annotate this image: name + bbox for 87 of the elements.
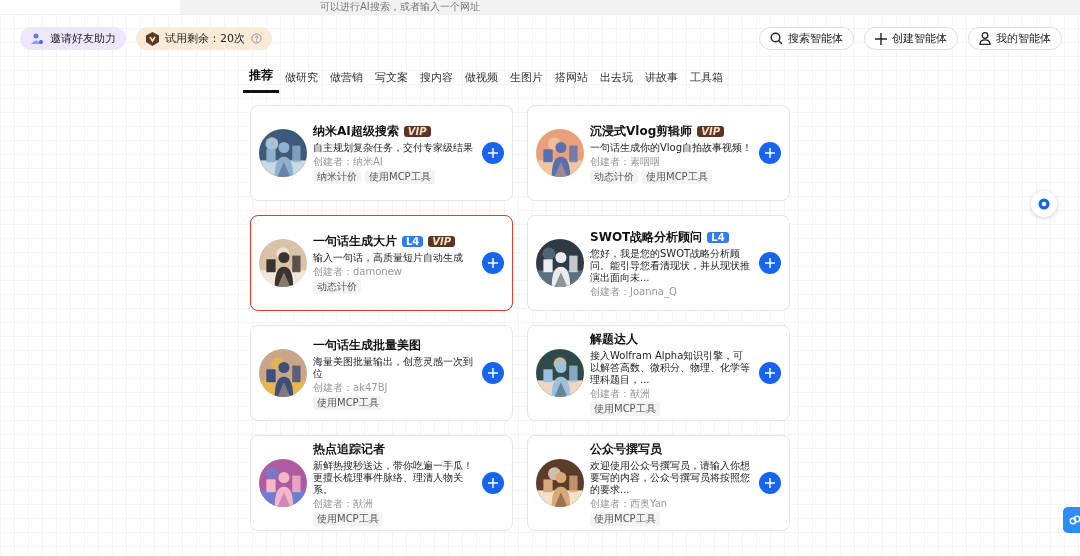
category-tab[interactable]: 工具箱 xyxy=(684,67,729,93)
agent-description: 自主规划复杂任务，交付专家级结果 xyxy=(313,141,474,154)
agent-card[interactable]: 热点追踪记者 新鲜热搜秒送达，带你吃遍一手瓜！更擅长梳理事件脉络、理清人物关系。 创建者：猷洲 使用MCP工具 xyxy=(250,435,513,531)
agent-title: SWOT战略分析顾问 xyxy=(590,228,703,246)
vip-badge: VIP xyxy=(697,125,725,137)
pricing-tag: 动态计价 xyxy=(590,169,638,184)
vip-badge: VIP xyxy=(428,235,456,247)
plus-icon xyxy=(488,148,498,158)
invite-button[interactable]: 邀请好友助力 xyxy=(20,27,126,50)
creator-label: 创建者：猷洲 xyxy=(590,387,651,400)
creator-label: 创建者：西奥Yan xyxy=(590,497,669,510)
creator-label: 创建者：纳米AI xyxy=(313,155,384,168)
category-tab[interactable]: 搜内容 xyxy=(414,67,459,93)
category-tab[interactable]: 生图片 xyxy=(504,67,549,93)
agent-title: 解题达人 xyxy=(590,330,638,348)
agent-card[interactable]: 一句话生成大片 L4 VIP 输入一句话，高质量短片自动生成 创建者：damonew 动态计价 xyxy=(250,215,513,311)
agent-description: 新鲜热搜秒送达，带你吃遍一手瓜！更擅长梳理事件脉络、理清人物关系。 xyxy=(313,459,474,496)
agent-card[interactable]: 公众号撰写员 欢迎使用公众号撰写员，请输入你想要写的内容，公众号撰写员将按照您的要求... 创建者：西奥Yan 使用MCP工具 xyxy=(527,435,790,531)
agent-description: 海量美图批量输出，创意灵感一次到位 xyxy=(313,355,474,380)
agent-card[interactable]: 一句话生成批量美图 海量美图批量输出，创意灵感一次到位 创建者：ak47BJ 使用MCP工具 xyxy=(250,325,513,421)
pricing-tag: 使用MCP工具 xyxy=(590,511,660,526)
category-tab[interactable]: 推荐 xyxy=(243,67,279,93)
level-badge: L4 xyxy=(402,235,424,247)
pricing-tag: 纳米计价 xyxy=(313,169,361,184)
pricing-tag: 动态计价 xyxy=(313,279,361,294)
add-button[interactable] xyxy=(759,362,781,384)
agent-title: 公众号撰写员 xyxy=(590,440,662,458)
add-button[interactable] xyxy=(759,472,781,494)
plus-icon xyxy=(488,258,498,268)
creator-label: 创建者：素咽咽 xyxy=(590,155,661,168)
creator-label: 创建者：damonew xyxy=(313,265,403,278)
agent-card[interactable]: 纳米AI超级搜索 VIP 自主规划复杂任务，交付专家级结果 创建者：纳米AI 纳米计价 使用MCP工具 xyxy=(250,105,513,201)
plus-icon xyxy=(765,148,775,158)
agent-description: 接入Wolfram Alpha知识引擎，可以解答高数、微积分、物理、化学等理科题目，... xyxy=(590,349,751,386)
shield-icon xyxy=(146,31,159,46)
pricing-tag: 使用MCP工具 xyxy=(313,395,383,410)
user-icon xyxy=(979,32,991,45)
level-badge: L4 xyxy=(707,231,729,243)
search-icon xyxy=(770,32,783,45)
chat-button[interactable] xyxy=(1031,191,1057,217)
agent-title: 纳米AI超级搜索 xyxy=(313,122,399,140)
add-button[interactable] xyxy=(482,142,504,164)
plus-icon xyxy=(765,368,775,378)
agent-description: 您好，我是您的SWOT战略分析顾问。能引导您看清现状，并从现状推演出面向未... xyxy=(590,247,751,284)
plus-icon xyxy=(765,478,775,488)
link-icon xyxy=(1069,514,1080,526)
category-tab[interactable]: 做研究 xyxy=(279,67,324,93)
create-agent-button[interactable]: 创建智能体 xyxy=(864,27,958,50)
creator-label: 创建者：猷洲 xyxy=(313,497,374,510)
chat-icon xyxy=(1038,198,1050,210)
pricing-tag: 使用MCP工具 xyxy=(642,169,712,184)
agent-card[interactable]: 解题达人 接入Wolfram Alpha知识引擎，可以解答高数、微积分、物理、化学等理科题目，... 创建者：猷洲 使用MCP工具 xyxy=(527,325,790,421)
category-tab[interactable]: 讲故事 xyxy=(639,67,684,93)
people-icon xyxy=(30,32,44,45)
my-agents-button[interactable]: 我的智能体 xyxy=(968,27,1062,50)
category-tab[interactable]: 做营销 xyxy=(324,67,369,93)
add-button[interactable] xyxy=(482,472,504,494)
category-tab[interactable]: 搭网站 xyxy=(549,67,594,93)
agent-title: 一句话生成大片 xyxy=(313,232,397,250)
category-tab[interactable]: 写文案 xyxy=(369,67,414,93)
plus-icon xyxy=(765,258,775,268)
plus-icon xyxy=(488,478,498,488)
search-agent-button[interactable]: 搜索智能体 xyxy=(759,27,854,50)
vip-badge: VIP xyxy=(403,125,431,137)
plus-icon xyxy=(488,368,498,378)
agent-title: 沉浸式Vlog剪辑师 xyxy=(590,122,693,140)
pricing-tag: 使用MCP工具 xyxy=(313,511,383,526)
add-button[interactable] xyxy=(482,362,504,384)
plus-icon xyxy=(875,32,887,45)
agent-card[interactable]: 沉浸式Vlog剪辑师 VIP 一句话生成你的Vlog自拍故事视频！ 创建者：素咽咽 动态计价 使用MCP工具 xyxy=(527,105,790,201)
trial-badge: 试用剩余：20次 xyxy=(136,27,272,50)
agent-card[interactable]: SWOT战略分析顾问 L4 您好，我是您的SWOT战略分析顾问。能引导您看清现状，并从现状推演出面向未... 创建者：Joanna_Q xyxy=(527,215,790,311)
agent-description: 输入一句话，高质量短片自动生成 xyxy=(313,251,464,264)
category-tab[interactable]: 做视频 xyxy=(459,67,504,93)
agent-title: 一句话生成批量美图 xyxy=(313,336,421,354)
agent-description: 一句话生成你的Vlog自拍故事视频！ xyxy=(590,141,753,154)
agent-title: 热点追踪记者 xyxy=(313,440,385,458)
pricing-tag: 使用MCP工具 xyxy=(365,169,435,184)
add-button[interactable] xyxy=(759,252,781,274)
category-tab[interactable]: 出去玩 xyxy=(594,67,639,93)
address-bar[interactable]: 可以进行AI搜索，或者输入一个网址 xyxy=(180,0,1080,14)
creator-label: 创建者：Joanna_Q xyxy=(590,285,678,298)
add-button[interactable] xyxy=(759,142,781,164)
add-button[interactable] xyxy=(482,252,504,274)
pricing-tag: 使用MCP工具 xyxy=(590,401,660,416)
agent-description: 欢迎使用公众号撰写员，请输入你想要写的内容，公众号撰写员将按照您的要求... xyxy=(590,459,751,496)
creator-label: 创建者：ak47BJ xyxy=(313,381,389,394)
